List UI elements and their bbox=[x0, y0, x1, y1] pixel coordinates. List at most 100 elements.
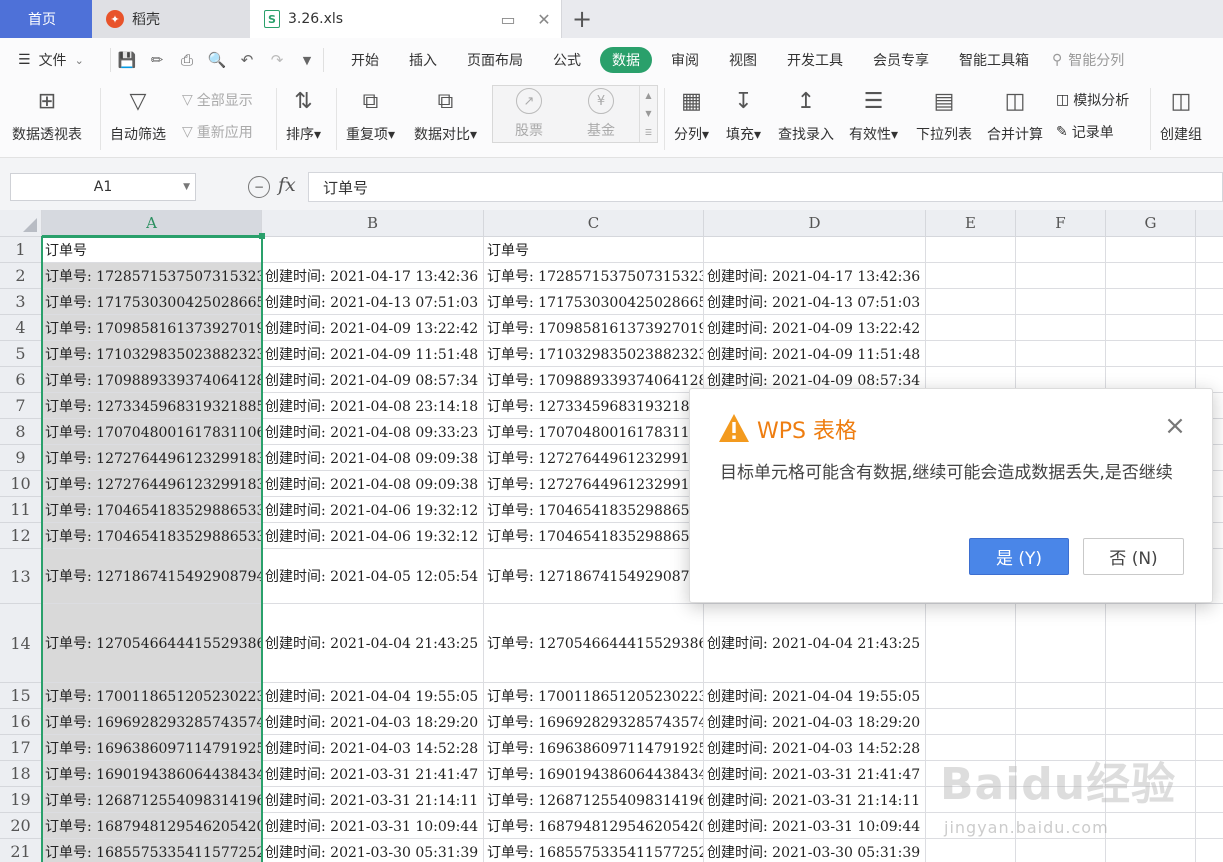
cell-empty[interactable] bbox=[1016, 683, 1106, 709]
cell-b-20[interactable]: 创建时间: 2021-03-31 10:09:44 bbox=[262, 813, 484, 839]
cell-empty[interactable] bbox=[1106, 289, 1196, 315]
menu-item-toolbox[interactable]: 智能工具箱 bbox=[944, 47, 1044, 73]
cell-empty[interactable] bbox=[1106, 787, 1196, 813]
cell-b-15[interactable]: 创建时间: 2021-04-04 19:55:05 bbox=[262, 683, 484, 709]
menu-item-member[interactable]: 会员专享 bbox=[858, 47, 944, 73]
cell-c-1[interactable]: 订单号 bbox=[484, 237, 704, 263]
compare-button[interactable]: ⧉ 数据对比▾ bbox=[414, 86, 477, 144]
cell-empty[interactable] bbox=[1016, 341, 1106, 367]
menu-item-insert[interactable]: 插入 bbox=[394, 47, 452, 73]
column-header-d[interactable]: D bbox=[704, 210, 926, 237]
cell-d-1[interactable] bbox=[704, 237, 926, 263]
cell-empty[interactable] bbox=[1016, 237, 1106, 263]
fund-button[interactable]: ¥ 基金 bbox=[565, 86, 637, 142]
cell-empty[interactable] bbox=[1016, 761, 1106, 787]
cell-a-19[interactable]: 订单号: 1268712554098314196 bbox=[42, 787, 262, 813]
smart-search[interactable]: ⚲ 智能分列 bbox=[1052, 50, 1124, 70]
cell-empty[interactable] bbox=[1016, 813, 1106, 839]
row-header[interactable]: 18 bbox=[0, 761, 42, 787]
row-header[interactable]: 16 bbox=[0, 709, 42, 735]
tab-close-icon[interactable]: ✕ bbox=[533, 8, 555, 30]
cell-empty[interactable] bbox=[1196, 735, 1223, 761]
cell-empty[interactable] bbox=[1016, 735, 1106, 761]
select-all-corner[interactable] bbox=[0, 210, 42, 237]
cell-empty[interactable] bbox=[1196, 787, 1223, 813]
cell-empty[interactable] bbox=[1196, 813, 1223, 839]
cell-a-21[interactable]: 订单号: 1685575335411577252 bbox=[42, 839, 262, 862]
tab-file[interactable]: S 3.26.xls ▭ ✕ bbox=[250, 0, 562, 38]
cell-empty[interactable] bbox=[926, 787, 1016, 813]
cell-a-17[interactable]: 订单号: 1696386097114791925 bbox=[42, 735, 262, 761]
cell-empty[interactable] bbox=[1106, 813, 1196, 839]
cell-c-3[interactable]: 订单号: 1717530300425028665 bbox=[484, 289, 704, 315]
fx-icon[interactable]: fx bbox=[278, 174, 296, 196]
cell-c-15[interactable]: 订单号: 1700118651205230223 bbox=[484, 683, 704, 709]
cell-a-15[interactable]: 订单号: 1700118651205230223 bbox=[42, 683, 262, 709]
cell-b-11[interactable]: 创建时间: 2021-04-06 19:32:12 bbox=[262, 497, 484, 523]
cell-empty[interactable] bbox=[1106, 263, 1196, 289]
cell-empty[interactable] bbox=[1106, 735, 1196, 761]
cell-b-7[interactable]: 创建时间: 2021-04-08 23:14:18 bbox=[262, 393, 484, 419]
cell-b-10[interactable]: 创建时间: 2021-04-08 09:09:38 bbox=[262, 471, 484, 497]
column-header-f[interactable]: F bbox=[1016, 210, 1106, 237]
cell-b-17[interactable]: 创建时间: 2021-04-03 14:52:28 bbox=[262, 735, 484, 761]
print-icon[interactable]: ⎙ bbox=[177, 50, 197, 70]
cell-empty[interactable] bbox=[1016, 839, 1106, 862]
cell-a-12[interactable]: 订单号: 1704654183529886533 bbox=[42, 523, 262, 549]
cell-d-3[interactable]: 创建时间: 2021-04-13 07:51:03 bbox=[704, 289, 926, 315]
row-header[interactable]: 4 bbox=[0, 315, 42, 341]
menu-item-data[interactable]: 数据 bbox=[600, 47, 652, 73]
menu-item-start[interactable]: 开始 bbox=[336, 47, 394, 73]
show-all-button[interactable]: ▽ 全部显示 bbox=[182, 90, 253, 110]
row-header[interactable]: 5 bbox=[0, 341, 42, 367]
cell-d-16[interactable]: 创建时间: 2021-04-03 18:29:20 bbox=[704, 709, 926, 735]
cell-empty[interactable] bbox=[1196, 761, 1223, 787]
cell-empty[interactable] bbox=[1016, 709, 1106, 735]
cell-d-5[interactable]: 创建时间: 2021-04-09 11:51:48 bbox=[704, 341, 926, 367]
close-icon[interactable]: × bbox=[1162, 413, 1188, 439]
lookup-button[interactable]: ↥ 查找录入 bbox=[778, 86, 834, 144]
cell-d-20[interactable]: 创建时间: 2021-03-31 10:09:44 bbox=[704, 813, 926, 839]
cell-c-10[interactable]: 订单号: 1272764496123299183 bbox=[484, 471, 704, 497]
cell-a-9[interactable]: 订单号: 1272764496123299183 bbox=[42, 445, 262, 471]
row-header[interactable]: 15 bbox=[0, 683, 42, 709]
cell-c-2[interactable]: 订单号: 1728571537507315323 bbox=[484, 263, 704, 289]
name-box[interactable]: A1 ▼ bbox=[10, 173, 196, 201]
cell-d-14[interactable]: 创建时间: 2021-04-04 21:43:25 bbox=[704, 604, 926, 683]
cell-empty[interactable] bbox=[1106, 709, 1196, 735]
cell-b-12[interactable]: 创建时间: 2021-04-06 19:32:12 bbox=[262, 523, 484, 549]
row-header[interactable]: 20 bbox=[0, 813, 42, 839]
cell-empty[interactable] bbox=[926, 735, 1016, 761]
cell-a-20[interactable]: 订单号: 1687948129546205420 bbox=[42, 813, 262, 839]
cell-c-20[interactable]: 订单号: 1687948129546205420 bbox=[484, 813, 704, 839]
cell-empty[interactable] bbox=[1016, 315, 1106, 341]
save-icon[interactable]: 💾 bbox=[117, 50, 137, 70]
cell-empty[interactable] bbox=[1196, 839, 1223, 862]
cell-empty[interactable] bbox=[1196, 237, 1223, 263]
cell-d-18[interactable]: 创建时间: 2021-03-31 21:41:47 bbox=[704, 761, 926, 787]
cell-b-1[interactable] bbox=[262, 237, 484, 263]
cell-a-1[interactable]: 订单号 bbox=[42, 237, 262, 263]
cell-b-21[interactable]: 创建时间: 2021-03-30 05:31:39 bbox=[262, 839, 484, 862]
cell-empty[interactable] bbox=[1106, 761, 1196, 787]
cell-b-8[interactable]: 创建时间: 2021-04-08 09:33:23 bbox=[262, 419, 484, 445]
column-header-g[interactable]: G bbox=[1106, 210, 1196, 237]
validity-button[interactable]: ☰ 有效性▾ bbox=[849, 86, 898, 144]
formula-input[interactable]: 订单号 bbox=[308, 172, 1223, 202]
cell-empty[interactable] bbox=[926, 263, 1016, 289]
cell-empty[interactable] bbox=[1196, 315, 1223, 341]
reapply-button[interactable]: ▽ 重新应用 bbox=[182, 122, 253, 142]
cell-a-14[interactable]: 订单号: 1270546644415529386 bbox=[42, 604, 262, 683]
cell-empty[interactable] bbox=[926, 683, 1016, 709]
cell-c-8[interactable]: 订单号: 1707048001617831106 bbox=[484, 419, 704, 445]
column-header-b[interactable]: B bbox=[262, 210, 484, 237]
cell-c-19[interactable]: 订单号: 1268712554098314196 bbox=[484, 787, 704, 813]
menu-item-review[interactable]: 审阅 bbox=[656, 47, 714, 73]
cell-a-16[interactable]: 订单号: 1696928293285743574 bbox=[42, 709, 262, 735]
cell-c-18[interactable]: 订单号: 1690194386064438434 bbox=[484, 761, 704, 787]
cell-b-14[interactable]: 创建时间: 2021-04-04 21:43:25 bbox=[262, 604, 484, 683]
cell-c-4[interactable]: 订单号: 1709858161373927019 bbox=[484, 315, 704, 341]
create-group-button[interactable]: ◫ 创建组 bbox=[1160, 86, 1202, 144]
cell-b-9[interactable]: 创建时间: 2021-04-08 09:09:38 bbox=[262, 445, 484, 471]
cell-c-5[interactable]: 订单号: 1710329835023882323 bbox=[484, 341, 704, 367]
